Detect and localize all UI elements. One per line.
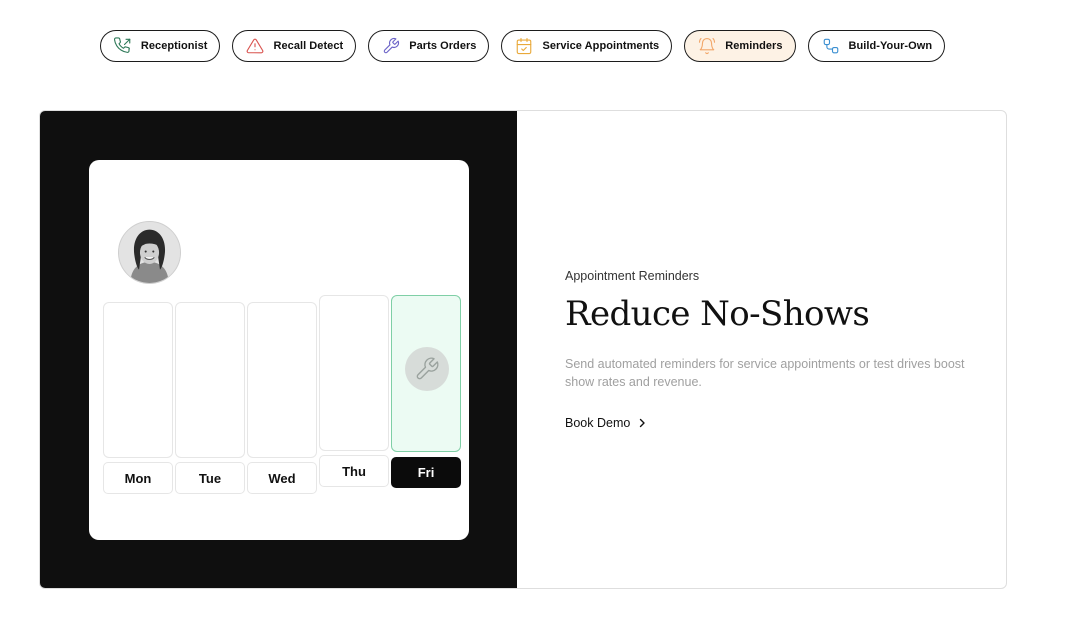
day-button-thu[interactable]: Thu bbox=[319, 455, 389, 487]
calendar-check-icon bbox=[515, 37, 533, 55]
day-column-thu[interactable] bbox=[319, 295, 389, 451]
cta-label: Book Demo bbox=[565, 416, 631, 430]
page-title: Reduce No-Shows bbox=[565, 294, 870, 334]
avatar bbox=[118, 221, 181, 284]
day-column-fri[interactable] bbox=[391, 295, 461, 452]
tab-label: Receptionist bbox=[140, 40, 208, 52]
warning-triangle-icon bbox=[246, 37, 264, 55]
content-panel: Appointment Reminders Reduce No-Shows Se… bbox=[565, 111, 995, 588]
tab-receptionist[interactable]: Receptionist bbox=[99, 30, 221, 62]
chevron-right-icon bbox=[637, 417, 647, 430]
tab-label: Recall Detect bbox=[273, 40, 344, 52]
wrench-icon bbox=[382, 37, 400, 55]
tab-service-appointments[interactable]: Service Appointments bbox=[501, 30, 673, 62]
day-column-tue[interactable] bbox=[175, 302, 245, 458]
tab-recall-detect[interactable]: Recall Detect bbox=[232, 30, 357, 62]
tab-label: Reminders bbox=[725, 40, 783, 52]
tab-label: Build-Your-Own bbox=[848, 40, 933, 52]
phone-outgoing-icon bbox=[113, 37, 132, 55]
wrench-icon bbox=[405, 347, 449, 391]
description-text: Send automated reminders for service app… bbox=[565, 357, 965, 389]
tab-reminders[interactable]: Reminders bbox=[684, 30, 796, 62]
bell-icon bbox=[698, 37, 716, 55]
book-demo-link[interactable]: Book Demo bbox=[565, 416, 647, 430]
day-column-mon[interactable] bbox=[103, 302, 173, 458]
day-button-fri[interactable]: Fri bbox=[391, 457, 461, 488]
feature-card: Mon Tue Wed Thu Fri Appointment Reminder… bbox=[39, 110, 1007, 589]
tab-build-your-own[interactable]: Build-Your-Own bbox=[807, 30, 946, 62]
tab-label: Service Appointments bbox=[542, 40, 660, 52]
eyebrow-text: Appointment Reminders bbox=[565, 269, 700, 283]
tab-parts-orders[interactable]: Parts Orders bbox=[368, 30, 490, 62]
day-button-wed[interactable]: Wed bbox=[247, 462, 317, 494]
tab-label: Parts Orders bbox=[409, 40, 477, 52]
feature-tabs: Receptionist Recall Detect Parts Orders … bbox=[0, 30, 1045, 62]
day-column-wed[interactable] bbox=[247, 302, 317, 458]
calendar-widget: Mon Tue Wed Thu Fri bbox=[89, 160, 469, 540]
day-button-tue[interactable]: Tue bbox=[175, 462, 245, 494]
day-button-mon[interactable]: Mon bbox=[103, 462, 173, 494]
illustration-panel: Mon Tue Wed Thu Fri bbox=[40, 111, 517, 588]
workflow-icon bbox=[822, 37, 840, 55]
